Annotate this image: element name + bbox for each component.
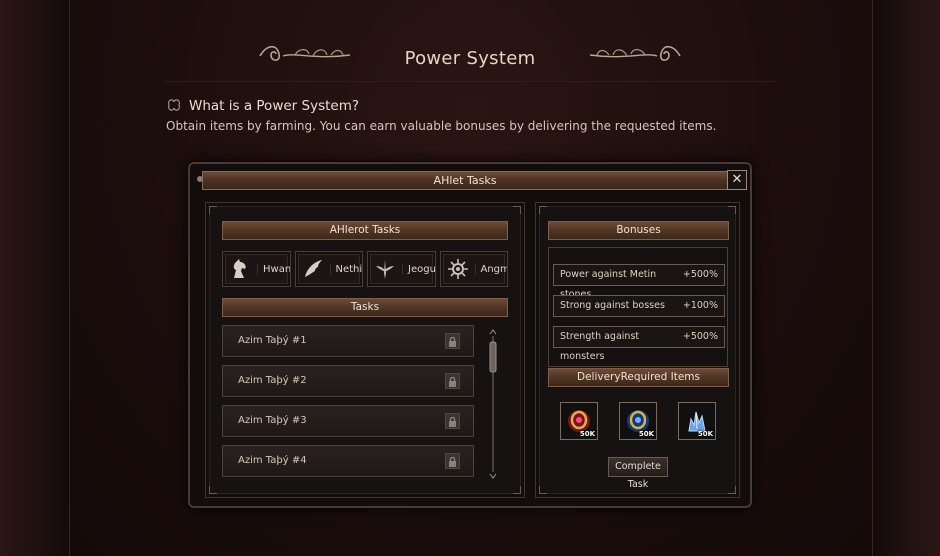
lock-icon — [445, 373, 460, 389]
corner-decor — [539, 206, 547, 214]
bonus-label: Strength against monsters — [560, 331, 640, 362]
bonus-row: Strong against bosses +100% — [553, 295, 725, 317]
complete-task-button[interactable]: Complete Task — [608, 457, 668, 490]
character-label: Nethis — [329, 263, 362, 275]
task-item[interactable]: Azim Taþý #3 — [222, 405, 474, 437]
right-border-pillar — [872, 0, 940, 556]
bonus-value: +500% — [682, 331, 718, 342]
required-item-slot[interactable]: 50K — [678, 402, 716, 440]
character-tab-angmur[interactable]: Angmur — [439, 251, 508, 287]
required-items-header: DeliveryRequired Items — [548, 368, 729, 387]
bonuses-header: Bonuses — [548, 221, 729, 240]
item-quantity-badge: 50K — [579, 430, 595, 438]
required-item-slot[interactable]: 50K — [560, 402, 598, 440]
window-title[interactable]: AHlet Tasks — [202, 171, 728, 190]
close-button[interactable]: ✕ — [727, 170, 747, 190]
task-item[interactable]: Azim Taþý #4 — [222, 445, 474, 477]
task-label: Azim Taþý #4 — [238, 455, 307, 466]
ornament-right-icon — [589, 45, 681, 61]
corner-decor — [728, 486, 736, 494]
page-header: Power System — [165, 30, 775, 82]
tasks-window: AHlet Tasks ✕ AHlerot Tasks Hwan Nethis — [188, 162, 752, 508]
corner-decor — [728, 206, 736, 214]
bonuses-panel: Bonuses Power against Metin stones +500%… — [535, 202, 740, 498]
bonus-label: Power against Metin stones — [560, 269, 657, 300]
bonus-row: Strength against monsters +500% — [553, 326, 725, 362]
task-scrollbar[interactable] — [488, 328, 498, 480]
required-items: 50K 50K 50K — [560, 402, 720, 440]
info-heading-text: What is a Power System? — [189, 97, 360, 114]
info-heading: What is a Power System? — [166, 97, 359, 114]
lock-icon — [445, 453, 460, 469]
winged-sword-icon — [372, 256, 398, 282]
task-list: Azim Taþý #1 Azim Taþý #2 Azim Taþý #3 A… — [222, 325, 474, 485]
knot-icon — [167, 99, 181, 111]
bonus-value: +500% — [682, 269, 718, 280]
task-label: Azim Taþý #2 — [238, 375, 307, 386]
character-label: Angmur — [474, 263, 507, 275]
wing-icon — [300, 256, 326, 282]
task-label: Azim Taþý #1 — [238, 335, 307, 346]
corner-decor — [513, 206, 521, 214]
sun-emblem-icon — [445, 256, 471, 282]
lock-icon — [445, 333, 460, 349]
task-label: Azim Taþý #3 — [238, 415, 307, 426]
corner-decor — [539, 486, 547, 494]
bonus-label: Strong against bosses — [560, 300, 665, 311]
task-item[interactable]: Azim Taþý #1 — [222, 325, 474, 357]
corner-decor — [513, 486, 521, 494]
horse-icon — [227, 256, 253, 282]
tasks-header: Tasks — [222, 298, 508, 317]
bonus-value: +100% — [682, 300, 718, 311]
info-description: Obtain items by farming. You can earn va… — [166, 119, 717, 133]
corner-decor — [209, 486, 217, 494]
characters-tasks-panel: AHlerot Tasks Hwan Nethis Jeogun — [205, 202, 525, 498]
character-tab-nethis[interactable]: Nethis — [294, 251, 363, 287]
item-quantity-badge: 50K — [697, 430, 713, 438]
character-label: Jeogun — [402, 263, 435, 275]
character-tab-jeogun[interactable]: Jeogun — [367, 251, 436, 287]
required-item-slot[interactable]: 50K — [619, 402, 657, 440]
bonus-list: Power against Metin stones +500% Strong … — [548, 247, 728, 367]
characters-header: AHlerot Tasks — [222, 221, 508, 240]
item-quantity-badge: 50K — [638, 430, 654, 438]
corner-decor — [209, 206, 217, 214]
lock-icon — [445, 413, 460, 429]
character-tab-hwan[interactable]: Hwan — [222, 251, 291, 287]
character-label: Hwan — [257, 263, 290, 275]
character-tabs: Hwan Nethis Jeogun Angmur — [222, 251, 508, 287]
bonus-row: Power against Metin stones +500% — [553, 264, 725, 300]
left-border-pillar — [0, 0, 70, 556]
task-item[interactable]: Azim Taþý #2 — [222, 365, 474, 397]
